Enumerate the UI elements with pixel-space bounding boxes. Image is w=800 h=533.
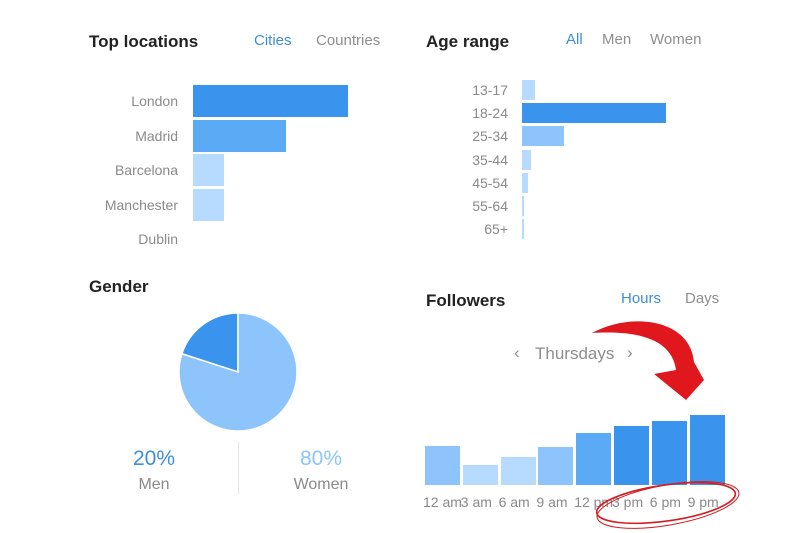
tab-cities[interactable]: Cities (254, 32, 292, 49)
men-label: Men (138, 476, 170, 493)
tab-hours[interactable]: Hours (621, 290, 661, 307)
age-label: 35-44 (472, 151, 508, 168)
followers-bar (500, 457, 536, 485)
men-percent: 20% (132, 447, 176, 470)
age-label: 45-54 (472, 174, 508, 191)
location-label: Madrid (135, 127, 178, 144)
tab-women[interactable]: Women (650, 31, 701, 48)
age-range-title: Age range (426, 32, 510, 51)
age-bar (522, 126, 564, 147)
age-bar (522, 196, 524, 216)
hour-label: 12 pm (574, 494, 614, 510)
location-bar (193, 119, 286, 152)
age-bar (522, 103, 666, 124)
followers-bar (651, 421, 687, 485)
pie-slice-women (178, 312, 298, 432)
age-bar (522, 149, 531, 170)
age-label: 25-34 (472, 128, 508, 145)
hour-label: 3 pm (612, 494, 644, 510)
women-percent: 80% (299, 447, 343, 470)
gender-title: Gender (89, 277, 149, 296)
followers-bar (576, 433, 612, 485)
pie-slice-men (180, 312, 239, 374)
location-bar (193, 85, 348, 117)
location-label: Manchester (104, 196, 178, 213)
hour-label: 9 pm (687, 494, 719, 510)
hour-label: 6 am (498, 494, 530, 510)
women-label: Women (293, 476, 349, 493)
age-label: 65+ (484, 221, 508, 238)
age-label: 13-17 (472, 82, 508, 98)
tab-countries[interactable]: Countries (316, 32, 380, 49)
followers-title: Followers (426, 291, 506, 310)
followers-bar (689, 415, 725, 485)
tab-all[interactable]: All (566, 31, 583, 48)
followers-bar (538, 447, 574, 485)
age-label: 55-64 (472, 198, 508, 214)
hour-label: 12 am (423, 494, 462, 510)
day-selector-label: Thursdays (535, 344, 615, 363)
tab-men[interactable]: Men (602, 31, 631, 48)
prev-day-chevron-icon[interactable]: ‹ (514, 343, 520, 363)
age-bar (522, 80, 535, 100)
age-label: 18-24 (472, 105, 508, 122)
age-bar (522, 172, 528, 193)
age-bar (522, 219, 524, 240)
location-label: Barcelona (114, 162, 178, 178)
hour-label: 3 am (460, 494, 492, 510)
gender-divider (238, 442, 239, 494)
location-bar (193, 188, 224, 221)
followers-bar (614, 425, 649, 485)
hour-label: 9 am (536, 494, 568, 510)
hour-label: 6 pm (649, 494, 681, 510)
followers-bar (425, 445, 460, 485)
followers-bar (462, 465, 498, 485)
tab-days[interactable]: Days (685, 290, 719, 307)
next-day-chevron-icon[interactable]: › (627, 343, 633, 363)
location-label: Dublin (138, 231, 178, 247)
location-label: London (131, 93, 178, 109)
location-bar (193, 154, 224, 186)
top-locations-title: Top locations (89, 32, 199, 51)
